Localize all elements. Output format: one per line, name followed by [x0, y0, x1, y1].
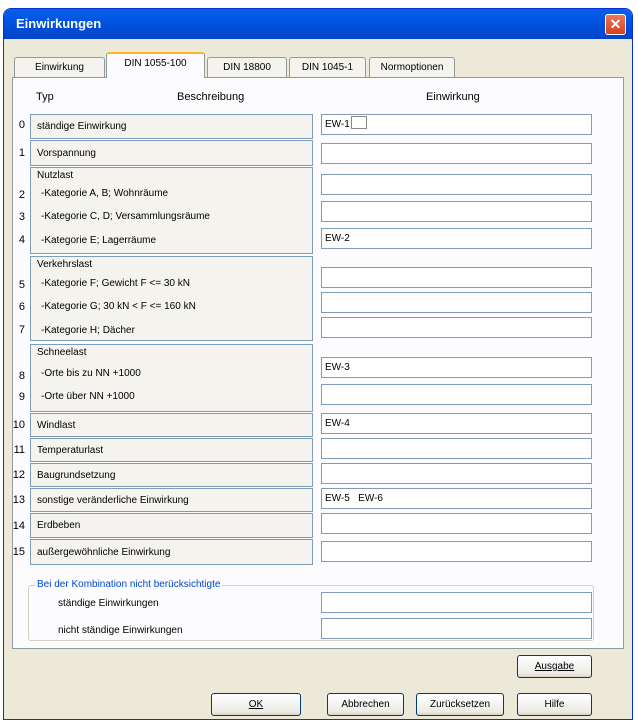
row-label-3: -Kategorie C, D; Versammlungsräume	[41, 211, 210, 222]
hilfe-label: Hilfe	[544, 699, 565, 710]
row-label-9: -Orte über NN +1000	[41, 391, 135, 402]
row-number-2: 2	[18, 189, 25, 201]
row-number-10: 10	[12, 419, 25, 431]
einwirkung-input-6[interactable]	[321, 292, 592, 313]
row-label-box: ständige Einwirkung	[30, 114, 313, 139]
ausgabe-label: Ausgabe	[534, 661, 575, 672]
row-number-5: 5	[18, 279, 25, 291]
row-label-box: Baugrundsetzung	[30, 463, 313, 487]
row-number-11: 11	[13, 444, 25, 456]
input-value-0: EW-1	[325, 119, 350, 130]
row-number-14: 14	[12, 520, 25, 532]
row-label-8: -Orte bis zu NN +1000	[41, 368, 141, 379]
einwirkung-input-7[interactable]	[321, 317, 592, 338]
row-label-12: Baugrundsetzung	[37, 470, 116, 481]
row-label-box: außergewöhnliche Einwirkung	[30, 539, 313, 565]
excluded-variable-input[interactable]	[321, 618, 592, 639]
row-label-box: Temperaturlast	[30, 438, 313, 462]
einwirkung-input-3[interactable]	[321, 201, 592, 222]
row-label-0: ständige Einwirkung	[37, 121, 127, 132]
row-label-box: Vorspannung	[30, 140, 313, 166]
row-number-13: 13	[12, 494, 25, 506]
title-bar[interactable]: Einwirkungen ✕	[4, 9, 632, 39]
row-label-10: Windlast	[37, 420, 76, 431]
row-number-12: 12	[12, 469, 25, 481]
row-number-0: 0	[18, 119, 25, 131]
zuruecksetzen-button[interactable]: Zurücksetzen	[416, 693, 504, 716]
row-number-15: 15	[12, 546, 25, 558]
einwirkung-input-1[interactable]	[321, 143, 592, 164]
einwirkung-input-0[interactable]: EW-1	[321, 114, 592, 135]
ok-button[interactable]: OK	[211, 693, 301, 716]
row-label-1: Vorspannung	[37, 148, 96, 159]
row-label-13: sonstige veränderliche Einwirkung	[37, 495, 189, 506]
row-number-7: 7	[18, 324, 25, 336]
verkehrslast-group-box: Verkehrslast -Kategorie F; Gewicht F <= …	[30, 256, 313, 341]
tab-din-1055-100[interactable]: DIN 1055-100	[106, 52, 205, 78]
hilfe-button[interactable]: Hilfe	[517, 693, 592, 716]
schneelast-title: Schneelast	[37, 347, 87, 358]
zuruecksetzen-label: Zurücksetzen	[429, 699, 491, 710]
row-number-3: 3	[18, 211, 25, 223]
einwirkung-input-4[interactable]: EW-2	[321, 228, 592, 249]
einwirkung-input-13[interactable]: EW-5 EW-6	[321, 488, 592, 509]
row-label-2: -Kategorie A, B; Wohnräume	[41, 188, 169, 199]
einwirkung-input-2[interactable]	[321, 174, 592, 195]
einwirkung-input-10[interactable]: EW-4	[321, 413, 592, 434]
close-icon[interactable]: ✕	[605, 14, 626, 35]
einwirkung-input-9[interactable]	[321, 384, 592, 405]
group-label-permanent: ständige Einwirkungen	[58, 598, 159, 609]
row-number-6: 6	[18, 301, 25, 313]
header-beschreibung: Beschreibung	[177, 91, 245, 103]
einwirkung-input-15[interactable]	[321, 541, 592, 562]
group-title: Bei der Kombination nicht berücksichtigt…	[35, 579, 223, 590]
group-label-variable: nicht ständige Einwirkungen	[58, 625, 183, 636]
tab-normoptionen[interactable]: Normoptionen	[369, 57, 455, 77]
row-number-1: 1	[18, 147, 25, 159]
row-label-6: -Kategorie G; 30 kN < F <= 160 kN	[41, 301, 196, 312]
window-title: Einwirkungen	[16, 16, 102, 31]
row-number-8: 8	[18, 370, 25, 382]
row-label-5: -Kategorie F; Gewicht F <= 30 kN	[41, 278, 190, 289]
row-label-15: außergewöhnliche Einwirkung	[37, 547, 171, 558]
einwirkung-input-11[interactable]	[321, 438, 592, 459]
text-cursor-icon	[350, 116, 367, 129]
row-label-box: Erdbeben	[30, 513, 313, 538]
abbrechen-button[interactable]: Abbrechen	[327, 693, 404, 716]
row-label-7: -Kategorie H; Dächer	[41, 325, 135, 336]
row-label-11: Temperaturlast	[37, 445, 104, 456]
einwirkung-input-14[interactable]	[321, 513, 592, 534]
tab-din-18800[interactable]: DIN 18800	[207, 57, 287, 77]
tab-din-1045-1[interactable]: DIN 1045-1	[289, 57, 366, 77]
abbrechen-label: Abbrechen	[341, 699, 390, 710]
row-label-box: sonstige veränderliche Einwirkung	[30, 488, 313, 512]
header-einwirkung: Einwirkung	[426, 91, 480, 103]
excluded-permanent-input[interactable]	[321, 592, 592, 613]
nutzlast-title: Nutzlast	[37, 170, 74, 181]
einwirkung-input-12[interactable]	[321, 463, 592, 484]
schneelast-group-box: Schneelast -Orte bis zu NN +1000 -Orte ü…	[30, 344, 313, 412]
row-number-9: 9	[18, 391, 25, 403]
verkehrslast-title: Verkehrslast	[37, 259, 93, 270]
ausgabe-button[interactable]: Ausgabe	[517, 655, 592, 678]
row-label-box: Windlast	[30, 413, 313, 437]
row-label-4: -Kategorie E; Lagerräume	[41, 235, 157, 246]
einwirkung-input-8[interactable]: EW-3	[321, 357, 592, 378]
header-typ: Typ	[36, 91, 54, 103]
row-label-14: Erdbeben	[37, 520, 81, 531]
nutzlast-group-box: Nutzlast -Kategorie A, B; Wohnräume -Kat…	[30, 167, 313, 254]
tab-einwirkung[interactable]: Einwirkung	[14, 57, 105, 77]
einwirkung-input-5[interactable]	[321, 267, 592, 288]
row-number-4: 4	[18, 234, 25, 246]
ok-label: OK	[248, 699, 264, 710]
